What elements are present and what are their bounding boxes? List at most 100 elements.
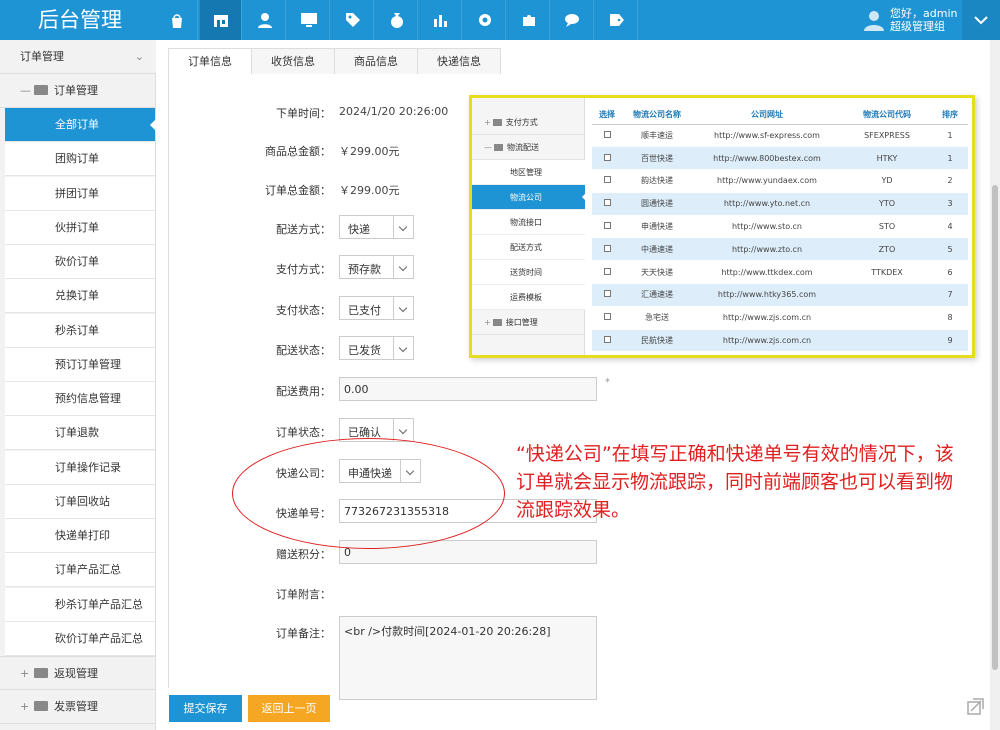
select-value: 快递 (348, 223, 370, 236)
company-url-cell: http://www.yundaex.com (692, 169, 842, 193)
table-row[interactable]: 中通速递 http://www.zto.cn ZTO 5 (592, 237, 968, 262)
inset-sidebar-item[interactable]: 运费模板 (472, 285, 585, 310)
order-remark-textarea[interactable]: <br />付款时间[2024-01-20 20:26:28] (339, 616, 597, 700)
tab-order-info[interactable]: 订单信息 (168, 48, 252, 74)
plus-icon: + (20, 700, 30, 713)
table-row[interactable]: 民航快递 http://www.zjs.com.cn 9 (592, 329, 968, 353)
inset-sidebar-item[interactable]: 物流公司 (472, 185, 586, 210)
table-row[interactable]: 急宅送 http://www.zjs.com.cn 8 (592, 306, 968, 330)
user-icon[interactable] (244, 0, 286, 40)
table-row[interactable]: 汇通速递 http://www.htky365.com 7 (592, 283, 968, 307)
gear-icon[interactable] (464, 0, 506, 40)
label-icon[interactable] (596, 0, 638, 40)
row-checkbox[interactable] (603, 199, 611, 207)
puzzle-icon[interactable] (508, 0, 550, 40)
company-code-cell (842, 329, 932, 353)
order-remark-label: 订单备注： (276, 627, 331, 640)
bar-chart-icon[interactable] (420, 0, 462, 40)
inset-sidebar-item[interactable]: 物流接口 (472, 210, 585, 235)
sidebar-item[interactable]: 砍价订单 (5, 245, 155, 279)
submit-save-button[interactable]: 提交保存 (169, 695, 242, 722)
user-box[interactable]: 您好，admin 超级管理组 (858, 0, 960, 40)
payment-status-select[interactable]: 已支付 (339, 296, 414, 320)
sidebar-item[interactable]: 砍价订单产品汇总 (5, 621, 155, 656)
inset-sidebar-item[interactable]: 送货时间 (472, 260, 585, 285)
row-checkbox[interactable] (603, 222, 611, 230)
chat-icon[interactable] (552, 0, 594, 40)
company-code-cell: YD (842, 169, 932, 193)
store-icon[interactable] (200, 0, 242, 40)
row-checkbox[interactable] (603, 267, 611, 275)
table-row[interactable]: 圆通快递 http://www.yto.net.cn YTO 3 (592, 192, 968, 216)
sidebar-item[interactable]: 伙拼订单 (5, 210, 155, 245)
row-checkbox[interactable] (603, 176, 611, 184)
order-attachment-label: 订单附言： (276, 588, 331, 601)
table-row[interactable]: 天天快递 http://www.ttkdex.com TTKDEX 6 (592, 260, 968, 285)
row-checkbox-cell (592, 215, 622, 239)
company-code-cell: STO (842, 215, 932, 239)
inset-sidebar-item[interactable]: 地区管理 (472, 160, 585, 185)
inset-group-interface[interactable]: + 接口管理 (472, 310, 585, 335)
sidebar-item[interactable]: 订单回收站 (5, 484, 155, 519)
chevron-down-icon[interactable] (962, 0, 1000, 40)
vertical-scrollbar[interactable] (990, 40, 1000, 730)
sidebar-item[interactable]: 拼团订单 (5, 176, 155, 211)
sidebar-section-title[interactable]: 订单管理 ⌄ (0, 40, 156, 74)
money-bag-icon[interactable] (376, 0, 418, 40)
delivery-status-select[interactable]: 已发货 (339, 336, 414, 360)
row-checkbox[interactable] (603, 336, 611, 344)
row-checkbox[interactable] (603, 153, 611, 161)
tab-express-info[interactable]: 快递信息 (417, 48, 501, 74)
folder-icon (34, 85, 48, 95)
sidebar-group-order[interactable]: — 订单管理 (0, 74, 156, 108)
inset-group-label: 支付方式 (505, 118, 538, 127)
inset-group-label: 物流配送 (507, 143, 539, 152)
back-button[interactable]: 返回上一页 (248, 695, 330, 722)
tab-shipping-info[interactable]: 收货信息 (251, 48, 335, 74)
table-row[interactable]: 韵达快递 http://www.yundaex.com YD 2 (592, 169, 968, 193)
tag-icon[interactable] (332, 0, 374, 40)
sidebar-item[interactable]: 全部订单 (5, 108, 156, 142)
row-checkbox-cell (592, 306, 622, 330)
sidebar-item[interactable]: 秒杀订单产品汇总 (5, 587, 155, 622)
sidebar-item[interactable]: 订单产品汇总 (5, 553, 155, 588)
sidebar-item[interactable]: 快递单打印 (5, 519, 155, 553)
delivery-fee-input[interactable]: 0.00 (339, 377, 597, 401)
chevron-down-icon (393, 256, 413, 278)
row-checkbox[interactable] (603, 130, 611, 138)
table-row[interactable]: 百世快递 http://www.800bestex.com HTKY 1 (592, 146, 968, 171)
delivery-method-select[interactable]: 快递 (339, 215, 414, 239)
company-name-cell: 圆通快递 (622, 192, 692, 216)
payment-method-select[interactable]: 预存款 (339, 255, 414, 279)
sidebar-item[interactable]: 兑换订单 (5, 279, 155, 314)
sidebar-item[interactable]: 预约信息管理 (5, 382, 155, 416)
tab-goods-info[interactable]: 商品信息 (334, 48, 418, 74)
table-row[interactable]: 申通快递 http://www.sto.cn STO 4 (592, 215, 968, 239)
sidebar-item[interactable]: 订单操作记录 (5, 450, 155, 485)
row-checkbox[interactable] (603, 290, 611, 298)
monitor-icon[interactable] (288, 0, 330, 40)
sidebar-group-invoice[interactable]: + 发票管理 (0, 690, 156, 724)
company-name-cell: 急宅送 (622, 306, 692, 330)
sidebar-group-cashback[interactable]: + 返现管理 (0, 656, 156, 690)
scrollbar-thumb[interactable] (992, 185, 998, 670)
sidebar-item[interactable]: 团购订单 (5, 142, 155, 177)
plus-icon: + (484, 118, 491, 127)
sidebar-item[interactable]: 预订订单管理 (5, 347, 155, 382)
resize-icon[interactable] (966, 696, 986, 716)
select-value: 已发货 (348, 344, 381, 357)
order-total-label: 订单总金额： (265, 184, 331, 197)
folder-icon (492, 119, 502, 126)
sidebar-item[interactable]: 秒杀订单 (5, 313, 155, 348)
user-role: 超级管理组 (890, 20, 945, 33)
row-checkbox[interactable] (603, 313, 611, 321)
table-row[interactable]: 顺丰速运 http://www.sf-express.com SFEXPRESS 1 (592, 124, 968, 148)
inset-group-payment[interactable]: + 支付方式 (472, 110, 585, 135)
inset-group-logistics[interactable]: — 物流配送 (472, 135, 585, 160)
sidebar-item[interactable]: 订单退款 (5, 416, 155, 451)
inset-sidebar-item[interactable]: 配送方式 (472, 235, 585, 260)
folder-icon (34, 701, 48, 711)
highlight-ellipse (232, 438, 505, 549)
shopping-bag-icon[interactable] (156, 0, 198, 40)
row-checkbox[interactable] (603, 244, 611, 252)
